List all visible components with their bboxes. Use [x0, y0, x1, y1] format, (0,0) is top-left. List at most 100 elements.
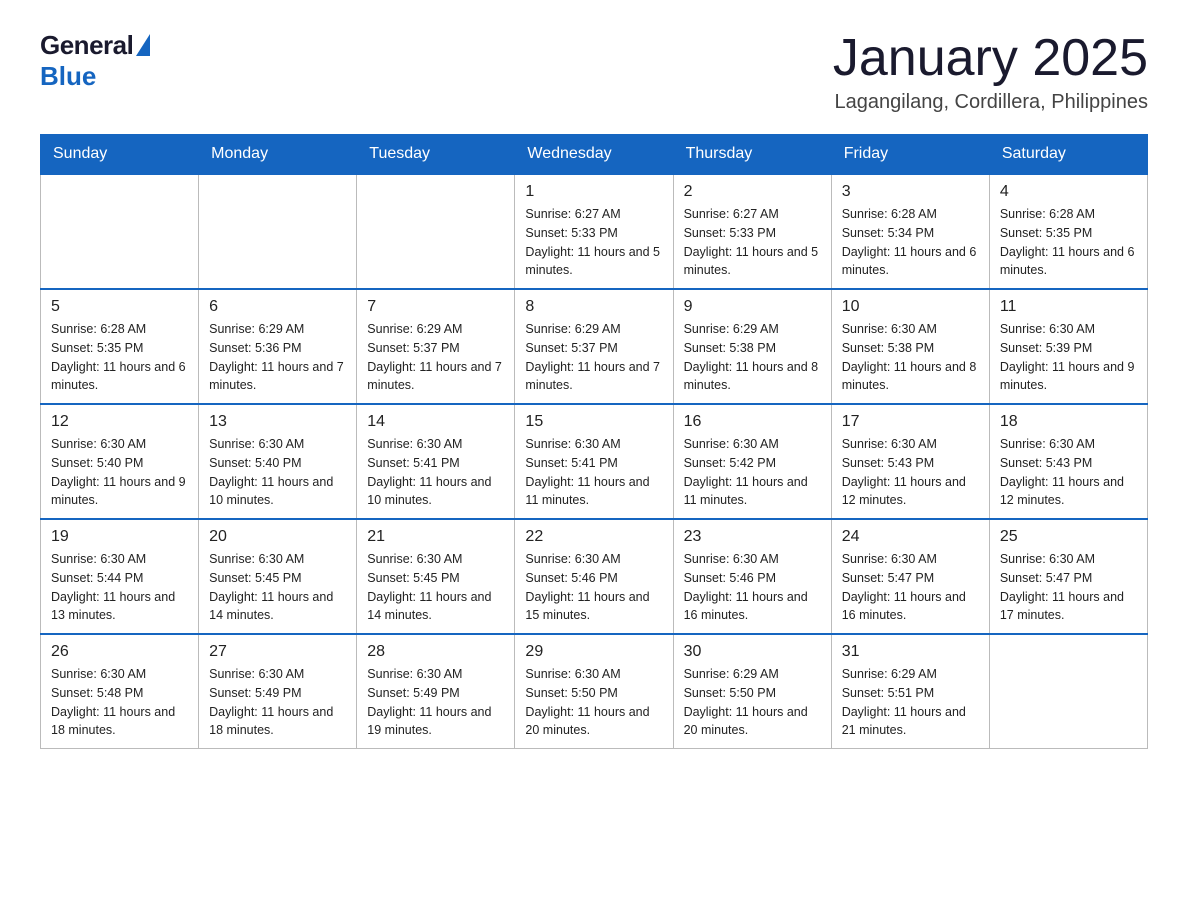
calendar-cell: 9Sunrise: 6:29 AMSunset: 5:38 PMDaylight…	[673, 289, 831, 404]
day-info: Sunrise: 6:30 AMSunset: 5:41 PMDaylight:…	[525, 435, 662, 510]
day-info: Sunrise: 6:30 AMSunset: 5:50 PMDaylight:…	[525, 665, 662, 740]
day-info: Sunrise: 6:30 AMSunset: 5:47 PMDaylight:…	[1000, 550, 1137, 625]
day-info: Sunrise: 6:30 AMSunset: 5:40 PMDaylight:…	[51, 435, 188, 510]
weekday-header-thursday: Thursday	[673, 135, 831, 175]
day-number: 4	[1000, 183, 1137, 201]
day-info: Sunrise: 6:29 AMSunset: 5:37 PMDaylight:…	[525, 320, 662, 395]
week-row-1: 1 Sunrise: 6:27 AMSunset: 5:33 PMDaylight…	[41, 174, 1148, 289]
calendar-cell: 4 Sunrise: 6:28 AMSunset: 5:35 PMDaylight…	[989, 174, 1147, 289]
week-row-2: 5 Sunrise: 6:28 AMSunset: 5:35 PMDaylight…	[41, 289, 1148, 404]
calendar-cell: 18 Sunrise: 6:30 AMSunset: 5:43 PMDayligh…	[989, 404, 1147, 519]
day-number: 11	[1000, 298, 1137, 316]
logo-general-text: General	[40, 30, 133, 61]
calendar-cell: 22 Sunrise: 6:30 AMSunset: 5:46 PMDayligh…	[515, 519, 673, 634]
location-title: Lagangilang, Cordillera, Philippines	[833, 91, 1148, 114]
day-info: Sunrise: 6:30 AMSunset: 5:46 PMDaylight:…	[525, 550, 662, 625]
day-info: Sunrise: 6:29 AMSunset: 5:36 PMDaylight:…	[209, 320, 346, 395]
calendar-cell: 25 Sunrise: 6:30 AMSunset: 5:47 PMDayligh…	[989, 519, 1147, 634]
day-info: Sunrise: 6:30 AMSunset: 5:40 PMDaylight:…	[209, 435, 346, 510]
day-number: 28	[367, 643, 504, 661]
calendar-cell: 5 Sunrise: 6:28 AMSunset: 5:35 PMDaylight…	[41, 289, 199, 404]
calendar-cell: 15 Sunrise: 6:30 AMSunset: 5:41 PMDayligh…	[515, 404, 673, 519]
calendar-cell: 26 Sunrise: 6:30 AMSunset: 5:48 PMDayligh…	[41, 634, 199, 749]
calendar-cell: 16 Sunrise: 6:30 AMSunset: 5:42 PMDayligh…	[673, 404, 831, 519]
day-info: Sunrise: 6:28 AMSunset: 5:35 PMDaylight:…	[1000, 205, 1137, 280]
week-row-5: 26 Sunrise: 6:30 AMSunset: 5:48 PMDayligh…	[41, 634, 1148, 749]
day-info: Sunrise: 6:30 AMSunset: 5:49 PMDaylight:…	[209, 665, 346, 740]
day-number: 14	[367, 413, 504, 431]
calendar-table: SundayMondayTuesdayWednesdayThursdayFrid…	[40, 134, 1148, 749]
day-number: 21	[367, 528, 504, 546]
month-title: January 2025	[833, 30, 1148, 87]
day-number: 16	[684, 413, 821, 431]
calendar-cell: 28 Sunrise: 6:30 AMSunset: 5:49 PMDayligh…	[357, 634, 515, 749]
day-number: 31	[842, 643, 979, 661]
day-number: 2	[684, 183, 821, 201]
day-info: Sunrise: 6:30 AMSunset: 5:49 PMDaylight:…	[367, 665, 504, 740]
day-number: 26	[51, 643, 188, 661]
weekday-header-wednesday: Wednesday	[515, 135, 673, 175]
day-number: 20	[209, 528, 346, 546]
title-section: January 2025 Lagangilang, Cordillera, Ph…	[833, 30, 1148, 114]
day-info: Sunrise: 6:29 AMSunset: 5:38 PMDaylight:…	[684, 320, 821, 395]
day-info: Sunrise: 6:30 AMSunset: 5:39 PMDaylight:…	[1000, 320, 1137, 395]
day-number: 5	[51, 298, 188, 316]
calendar-cell: 23 Sunrise: 6:30 AMSunset: 5:46 PMDayligh…	[673, 519, 831, 634]
day-number: 3	[842, 183, 979, 201]
day-info: Sunrise: 6:29 AMSunset: 5:51 PMDaylight:…	[842, 665, 979, 740]
calendar-cell: 27 Sunrise: 6:30 AMSunset: 5:49 PMDayligh…	[199, 634, 357, 749]
day-info: Sunrise: 6:30 AMSunset: 5:38 PMDaylight:…	[842, 320, 979, 395]
calendar-cell: 10Sunrise: 6:30 AMSunset: 5:38 PMDayligh…	[831, 289, 989, 404]
weekday-header-friday: Friday	[831, 135, 989, 175]
day-number: 8	[525, 298, 662, 316]
calendar-cell	[989, 634, 1147, 749]
day-info: Sunrise: 6:30 AMSunset: 5:43 PMDaylight:…	[1000, 435, 1137, 510]
day-info: Sunrise: 6:30 AMSunset: 5:42 PMDaylight:…	[684, 435, 821, 510]
week-row-3: 12Sunrise: 6:30 AMSunset: 5:40 PMDayligh…	[41, 404, 1148, 519]
day-info: Sunrise: 6:27 AMSunset: 5:33 PMDaylight:…	[525, 205, 662, 280]
day-info: Sunrise: 6:30 AMSunset: 5:45 PMDaylight:…	[209, 550, 346, 625]
day-info: Sunrise: 6:30 AMSunset: 5:41 PMDaylight:…	[367, 435, 504, 510]
calendar-cell: 31 Sunrise: 6:29 AMSunset: 5:51 PMDayligh…	[831, 634, 989, 749]
day-number: 22	[525, 528, 662, 546]
day-number: 27	[209, 643, 346, 661]
logo-triangle-icon	[136, 34, 150, 56]
calendar-cell: 11 Sunrise: 6:30 AMSunset: 5:39 PMDayligh…	[989, 289, 1147, 404]
calendar-cell: 1 Sunrise: 6:27 AMSunset: 5:33 PMDaylight…	[515, 174, 673, 289]
calendar-cell: 6 Sunrise: 6:29 AMSunset: 5:36 PMDaylight…	[199, 289, 357, 404]
day-number: 30	[684, 643, 821, 661]
day-number: 23	[684, 528, 821, 546]
calendar-cell	[357, 174, 515, 289]
calendar-cell: 14 Sunrise: 6:30 AMSunset: 5:41 PMDayligh…	[357, 404, 515, 519]
day-number: 1	[525, 183, 662, 201]
day-info: Sunrise: 6:29 AMSunset: 5:50 PMDaylight:…	[684, 665, 821, 740]
day-info: Sunrise: 6:30 AMSunset: 5:46 PMDaylight:…	[684, 550, 821, 625]
day-info: Sunrise: 6:28 AMSunset: 5:34 PMDaylight:…	[842, 205, 979, 280]
day-info: Sunrise: 6:30 AMSunset: 5:45 PMDaylight:…	[367, 550, 504, 625]
day-number: 24	[842, 528, 979, 546]
calendar-cell: 19 Sunrise: 6:30 AMSunset: 5:44 PMDayligh…	[41, 519, 199, 634]
calendar-cell	[41, 174, 199, 289]
calendar-cell: 21 Sunrise: 6:30 AMSunset: 5:45 PMDayligh…	[357, 519, 515, 634]
day-number: 17	[842, 413, 979, 431]
day-info: Sunrise: 6:30 AMSunset: 5:48 PMDaylight:…	[51, 665, 188, 740]
day-info: Sunrise: 6:28 AMSunset: 5:35 PMDaylight:…	[51, 320, 188, 395]
day-info: Sunrise: 6:30 AMSunset: 5:43 PMDaylight:…	[842, 435, 979, 510]
day-info: Sunrise: 6:30 AMSunset: 5:44 PMDaylight:…	[51, 550, 188, 625]
weekday-header-saturday: Saturday	[989, 135, 1147, 175]
calendar-cell: 12Sunrise: 6:30 AMSunset: 5:40 PMDayligh…	[41, 404, 199, 519]
calendar-cell: 8 Sunrise: 6:29 AMSunset: 5:37 PMDaylight…	[515, 289, 673, 404]
day-number: 15	[525, 413, 662, 431]
calendar-cell: 24 Sunrise: 6:30 AMSunset: 5:47 PMDayligh…	[831, 519, 989, 634]
day-number: 6	[209, 298, 346, 316]
day-info: Sunrise: 6:27 AMSunset: 5:33 PMDaylight:…	[684, 205, 821, 280]
day-number: 19	[51, 528, 188, 546]
day-info: Sunrise: 6:30 AMSunset: 5:47 PMDaylight:…	[842, 550, 979, 625]
week-row-4: 19 Sunrise: 6:30 AMSunset: 5:44 PMDayligh…	[41, 519, 1148, 634]
day-number: 18	[1000, 413, 1137, 431]
calendar-cell: 17 Sunrise: 6:30 AMSunset: 5:43 PMDayligh…	[831, 404, 989, 519]
weekday-header-row: SundayMondayTuesdayWednesdayThursdayFrid…	[41, 135, 1148, 175]
day-number: 25	[1000, 528, 1137, 546]
weekday-header-tuesday: Tuesday	[357, 135, 515, 175]
day-number: 7	[367, 298, 504, 316]
